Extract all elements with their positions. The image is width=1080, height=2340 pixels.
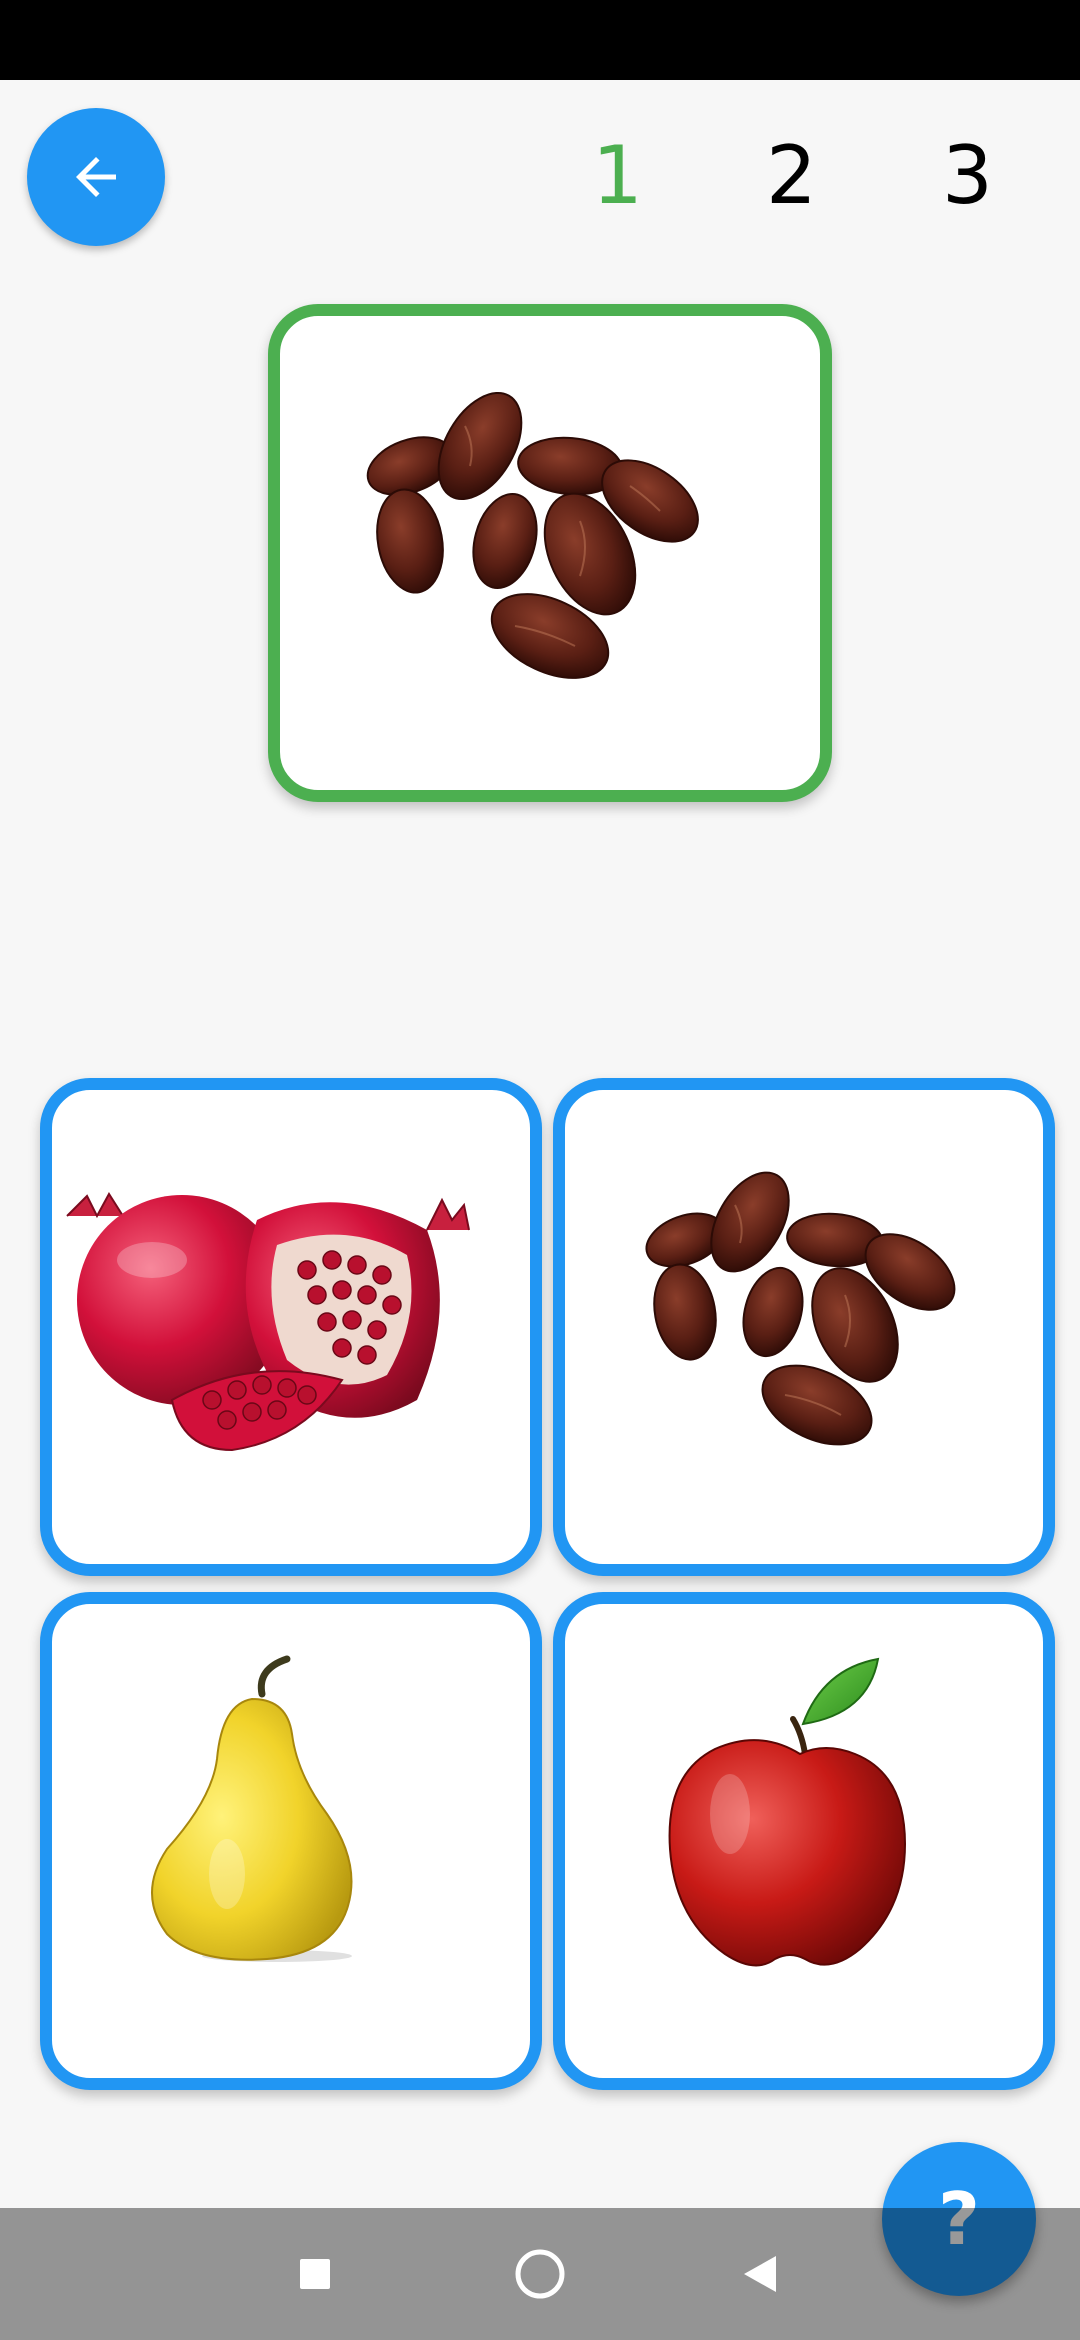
option-card-pomegranate[interactable] bbox=[40, 1078, 542, 1576]
status-bar bbox=[0, 0, 1080, 80]
option-card-apple[interactable] bbox=[553, 1592, 1055, 2090]
option-card-dates[interactable] bbox=[553, 1078, 1055, 1576]
target-card bbox=[268, 304, 832, 802]
pear-image bbox=[151, 1655, 353, 1962]
dates-image bbox=[645, 1171, 956, 1446]
arrow-left-icon bbox=[76, 157, 116, 197]
triangle-back-icon bbox=[744, 2256, 776, 2292]
dates-image bbox=[366, 391, 699, 679]
recents-button[interactable] bbox=[255, 2208, 375, 2340]
step-3-indicator: 3 bbox=[942, 129, 993, 222]
step-1-indicator: 1 bbox=[592, 129, 643, 222]
apple-image bbox=[668, 1657, 907, 1967]
home-button[interactable] bbox=[480, 2208, 600, 2340]
square-icon bbox=[300, 2259, 330, 2289]
back-button[interactable] bbox=[27, 108, 165, 246]
system-nav-bar bbox=[0, 2208, 1080, 2340]
option-card-pear[interactable] bbox=[40, 1592, 542, 2090]
circle-icon bbox=[515, 2249, 565, 2299]
system-back-button[interactable] bbox=[700, 2208, 820, 2340]
step-2-indicator: 2 bbox=[766, 129, 817, 222]
pomegranate-image bbox=[66, 1192, 470, 1452]
